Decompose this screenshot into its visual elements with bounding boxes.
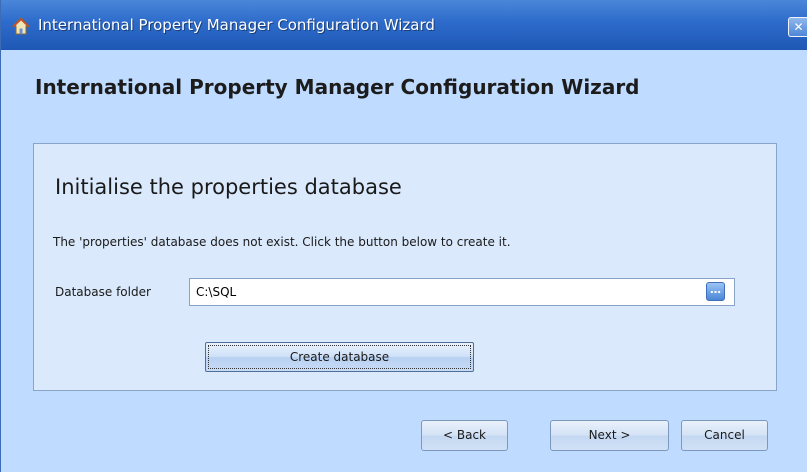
step-title: Initialise the properties database <box>55 175 402 199</box>
step-description: The 'properties' database does not exist… <box>53 235 511 249</box>
create-database-label: Create database <box>289 350 390 364</box>
create-database-button[interactable]: Create database <box>205 342 474 372</box>
house-icon <box>11 17 31 35</box>
next-button[interactable]: Next > <box>550 420 669 451</box>
title-bar[interactable]: International Property Manager Configura… <box>1 0 807 50</box>
step-panel: Initialise the properties database The '… <box>33 143 777 391</box>
close-button[interactable]: ✕ <box>788 17 807 37</box>
browse-folder-button[interactable]: … <box>706 282 725 301</box>
ellipsis-icon: … <box>710 283 721 296</box>
back-button[interactable]: < Back <box>421 420 508 451</box>
wizard-heading: International Property Manager Configura… <box>35 75 640 99</box>
window-title: International Property Manager Configura… <box>38 16 435 34</box>
wizard-window: International Property Manager Configura… <box>0 0 807 472</box>
database-folder-label: Database folder <box>55 285 151 299</box>
database-folder-input[interactable] <box>189 278 735 306</box>
cancel-button[interactable]: Cancel <box>681 420 768 451</box>
close-icon: ✕ <box>793 20 804 34</box>
